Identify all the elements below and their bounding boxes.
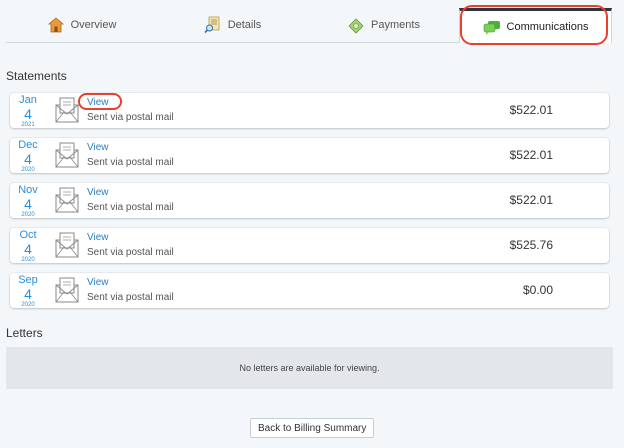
view-statement-link[interactable]: View xyxy=(87,232,109,243)
date-day: 4 xyxy=(24,106,32,122)
statement-amount: $522.01 xyxy=(509,103,553,117)
delivery-method: Sent via postal mail xyxy=(87,157,174,168)
statement-date: Dec 4 2020 xyxy=(10,139,46,174)
view-statement-link[interactable]: View xyxy=(87,97,109,108)
document-magnifier-icon xyxy=(204,16,222,34)
delivery-method: Sent via postal mail xyxy=(87,112,174,123)
envelope-icon xyxy=(55,141,79,168)
tab-details[interactable]: Details xyxy=(157,8,308,42)
delivery-method: Sent via postal mail xyxy=(87,202,174,213)
back-to-billing-summary-button[interactable]: Back to Billing Summary xyxy=(250,418,375,438)
envelope-icon xyxy=(55,276,79,303)
view-statement-link[interactable]: View xyxy=(87,187,109,198)
tab-label: Communications xyxy=(506,20,589,33)
statement-row: Nov 4 2020 View Sent via postal mail $52… xyxy=(10,183,609,218)
date-month: Jan xyxy=(19,94,37,106)
tab-label: Payments xyxy=(371,19,420,31)
tab-label: Overview xyxy=(70,19,117,31)
statement-date: Sep 4 2020 xyxy=(10,274,46,309)
date-day: 4 xyxy=(24,151,32,167)
date-day: 4 xyxy=(24,241,32,257)
envelope-icon xyxy=(55,96,79,123)
statement-date: Oct 4 2020 xyxy=(10,229,46,264)
house-icon xyxy=(47,16,65,34)
date-month: Oct xyxy=(19,229,37,241)
statement-row: Jan 4 2021 View Sent via postal mail $52… xyxy=(10,93,609,128)
statements-heading: Statements xyxy=(6,69,67,83)
money-icon xyxy=(347,16,365,34)
view-statement-link[interactable]: View xyxy=(87,142,109,153)
tab-label: Details xyxy=(227,19,262,31)
date-year: 2020 xyxy=(21,302,35,308)
tab-bar: Overview Details Payments Communications xyxy=(6,5,612,45)
statement-row: Oct 4 2020 View Sent via postal mail $52… xyxy=(10,228,609,263)
delivery-method: Sent via postal mail xyxy=(87,247,174,258)
letters-empty-message: No letters are available for viewing. xyxy=(239,363,380,373)
tab-payments[interactable]: Payments xyxy=(308,8,459,42)
date-month: Nov xyxy=(18,184,38,196)
date-year: 2020 xyxy=(21,167,35,173)
statement-row: Sep 4 2020 View Sent via postal mail $0.… xyxy=(10,273,609,308)
date-month: Dec xyxy=(18,139,38,151)
date-year: 2020 xyxy=(21,212,35,218)
envelope-icon xyxy=(55,186,79,213)
statement-date: Jan 4 2021 xyxy=(10,94,46,129)
letters-heading: Letters xyxy=(6,326,43,340)
date-day: 4 xyxy=(24,286,32,302)
tab-communications[interactable]: Communications xyxy=(459,5,612,45)
delivery-method: Sent via postal mail xyxy=(87,292,174,303)
date-year: 2020 xyxy=(21,257,35,263)
letters-empty-state: No letters are available for viewing. xyxy=(6,347,613,389)
tab-overview[interactable]: Overview xyxy=(6,8,157,42)
statement-amount: $522.01 xyxy=(509,193,553,207)
statement-amount: $525.76 xyxy=(509,238,553,252)
statements-list: Jan 4 2021 View Sent via postal mail $52… xyxy=(10,93,609,318)
chat-bubbles-icon xyxy=(483,18,501,36)
statement-amount: $0.00 xyxy=(522,283,553,297)
statement-amount: $522.01 xyxy=(509,148,553,162)
date-day: 4 xyxy=(24,196,32,212)
date-month: Sep xyxy=(18,274,38,286)
view-statement-link[interactable]: View xyxy=(87,277,109,288)
statement-row: Dec 4 2020 View Sent via postal mail $52… xyxy=(10,138,609,173)
envelope-icon xyxy=(55,231,79,258)
statement-date: Nov 4 2020 xyxy=(10,184,46,219)
date-year: 2021 xyxy=(21,122,35,128)
